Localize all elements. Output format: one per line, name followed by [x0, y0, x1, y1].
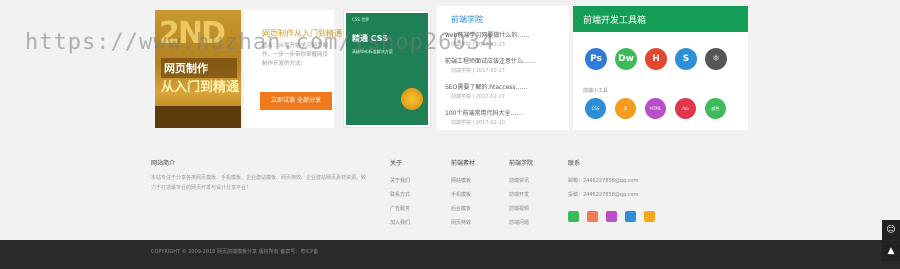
wechat-icon[interactable]	[568, 211, 579, 222]
tools-card: 前端开发工具箱 Ps Dw H S ⚛ 前端小工具 CSS JS HTML A/…	[573, 6, 748, 130]
back-to-top-icon[interactable]: ▲	[882, 241, 900, 261]
featured-book-cover[interactable]: 2ND 网页制作 从入门到精通	[155, 10, 241, 128]
qq-side-icon[interactable]: ☺	[882, 220, 900, 240]
footer-link[interactable]: 手机模板	[451, 191, 471, 198]
instagram-icon[interactable]	[606, 211, 617, 222]
tools-header: 前端开发工具箱	[573, 6, 748, 32]
footer-email[interactable]: 邮箱：2446227858@qq.com	[568, 177, 638, 184]
copyright-text: COPYRIGHT © 2009-2018 网页前端模板分享 版权所有 备案号：…	[151, 249, 319, 255]
cover-title-line1: 网页制作	[161, 58, 237, 78]
photoshop-icon[interactable]: Ps	[585, 48, 607, 70]
news-card: 前端学院 web前端学习网要做什么的…… 前端学院 | 2017-01-23 前…	[437, 6, 569, 130]
featured-book-info: 网页制作从入门到精通 适合：从零开始学习网页制作，一步一步带你掌握网页制作开发的…	[244, 10, 342, 128]
hbuilder-icon[interactable]: H	[645, 48, 667, 70]
js-tool-icon[interactable]: JS	[615, 98, 636, 119]
footer-link[interactable]: 关于我们	[390, 177, 410, 184]
footer-link[interactable]: 前端资讯	[509, 177, 529, 184]
footer-contact-title: 联系	[568, 160, 581, 167]
message-icon[interactable]	[644, 211, 655, 222]
visual-studio-icon[interactable]: S	[675, 48, 697, 70]
news-meta: 前端学院 | 2017-02-17	[451, 68, 505, 74]
copyright-bar: COPYRIGHT © 2009-2018 网页前端模板分享 版权所有 备案号：…	[0, 240, 900, 269]
footer-col1-title: 关于	[390, 160, 403, 167]
html-tool-icon[interactable]: HTML	[645, 98, 666, 119]
cover-strip	[155, 106, 241, 128]
news-heading: 前端学院	[451, 15, 483, 24]
read-button[interactable]: 立即试读 全部分享	[260, 92, 332, 110]
footer-link[interactable]: 联系方式	[390, 191, 410, 198]
font-tool-icon[interactable]: A/a	[675, 98, 696, 119]
color-tool-icon[interactable]: 颜色	[705, 98, 726, 119]
footer-about-text: 本站专注于分享各类网页模板、手机模板、企业建站模板、网页特效、企业建站网页素材资…	[151, 175, 367, 191]
footer-link[interactable]: 后台模板	[451, 205, 471, 212]
news-item[interactable]: SEO需要了解的.htaccess……	[445, 82, 528, 91]
weibo-icon[interactable]	[587, 211, 598, 222]
footer-link[interactable]: 加入我们	[390, 219, 410, 226]
book2-cover[interactable]: CSS 世界 精通 CSS 高级Web标准解决方案	[343, 10, 431, 128]
atom-icon[interactable]: ⚛	[705, 48, 727, 70]
footer-link[interactable]: 前端视频	[509, 205, 529, 212]
news-meta: 前端学院 | 2017-02-17	[451, 94, 505, 100]
news-item[interactable]: 100个前端常用代码大全……	[445, 108, 522, 117]
footer-col3-title: 前端学院	[509, 160, 534, 167]
cover-title-line2: 从入门到精通	[161, 80, 240, 95]
tools-subtitle: 前端小工具	[583, 88, 609, 94]
book2-emblem-icon	[398, 85, 426, 113]
news-meta: 前端学院 | 2017-02-10	[451, 120, 505, 126]
footer-link[interactable]: 广告服务	[390, 205, 410, 212]
css-tool-icon[interactable]: CSS	[585, 98, 606, 119]
footer-col2-title: 前端素材	[451, 160, 476, 167]
footer-qq[interactable]: 投稿：2446227858@qq.com	[568, 191, 638, 198]
footer-link[interactable]: 网站模板	[451, 177, 471, 184]
dreamweaver-icon[interactable]: Dw	[615, 48, 637, 70]
tools-title: 前端开发工具箱	[583, 16, 647, 26]
footer-link[interactable]: 前端问题	[509, 219, 529, 226]
qq-icon[interactable]	[625, 211, 636, 222]
news-item[interactable]: 前端工程师面试应该注意什么……	[445, 56, 535, 65]
watermark: https://www.huzhan.com/ishop26034	[25, 30, 496, 55]
footer-link[interactable]: 前端开发	[509, 191, 529, 198]
book2-header: CSS 世界	[352, 17, 370, 22]
footer-about-title: 网站简介	[151, 160, 176, 167]
footer-link[interactable]: 网页特效	[451, 219, 471, 226]
